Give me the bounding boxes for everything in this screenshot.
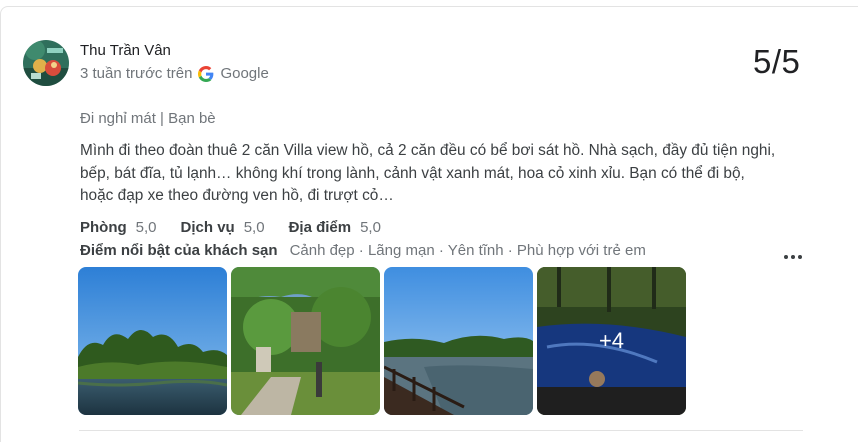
highlights-values: Cảnh đẹp · Lãng mạn · Yên tĩnh · Phù hợp… bbox=[289, 242, 646, 259]
rating-location: Địa điểm 5,0 bbox=[289, 219, 381, 236]
more-options-icon[interactable] bbox=[781, 247, 805, 267]
rating-label: Phòng bbox=[80, 219, 127, 236]
trip-tags: Đi nghỉ mát | Bạn bè bbox=[80, 110, 216, 127]
review-text: Mình đi theo đoàn thuê 2 căn Villa view … bbox=[80, 142, 776, 204]
rating-label: Địa điểm bbox=[288, 219, 352, 236]
rating-label: Dịch vụ bbox=[180, 219, 235, 236]
google-g-icon bbox=[198, 65, 214, 82]
ratings-row: Phòng 5,0 Dịch vụ 5,0 Địa điểm 5,0 bbox=[80, 219, 405, 236]
divider bbox=[79, 430, 803, 431]
rating-room: Phòng 5,0 bbox=[80, 219, 157, 236]
review-source: Google bbox=[220, 65, 269, 82]
review-photo-garden[interactable] bbox=[231, 267, 380, 415]
review-photo-lake[interactable] bbox=[78, 267, 227, 415]
rating-service: Dịch vụ 5,0 bbox=[181, 219, 265, 236]
hotel-highlights: Điểm nổi bật của khách sạn Cảnh đẹp · Lã… bbox=[80, 242, 646, 259]
review-photo-boardwalk[interactable] bbox=[384, 267, 533, 415]
avatar[interactable] bbox=[23, 40, 69, 86]
review-photo-pool[interactable]: +4 bbox=[537, 267, 686, 415]
review-score: 5/5 bbox=[753, 43, 801, 80]
rating-value: 5,0 bbox=[135, 219, 157, 236]
more-photos-count[interactable]: +4 bbox=[537, 267, 686, 415]
rating-value: 5,0 bbox=[243, 219, 265, 236]
review-time: 3 tuần trước trên bbox=[80, 65, 193, 82]
highlights-label: Điểm nổi bật của khách sạn bbox=[80, 242, 278, 259]
review-meta: 3 tuần trước trên Google bbox=[80, 65, 269, 82]
reviewer-name[interactable]: Thu Trần Vân bbox=[80, 42, 171, 59]
rating-value: 5,0 bbox=[360, 219, 381, 236]
